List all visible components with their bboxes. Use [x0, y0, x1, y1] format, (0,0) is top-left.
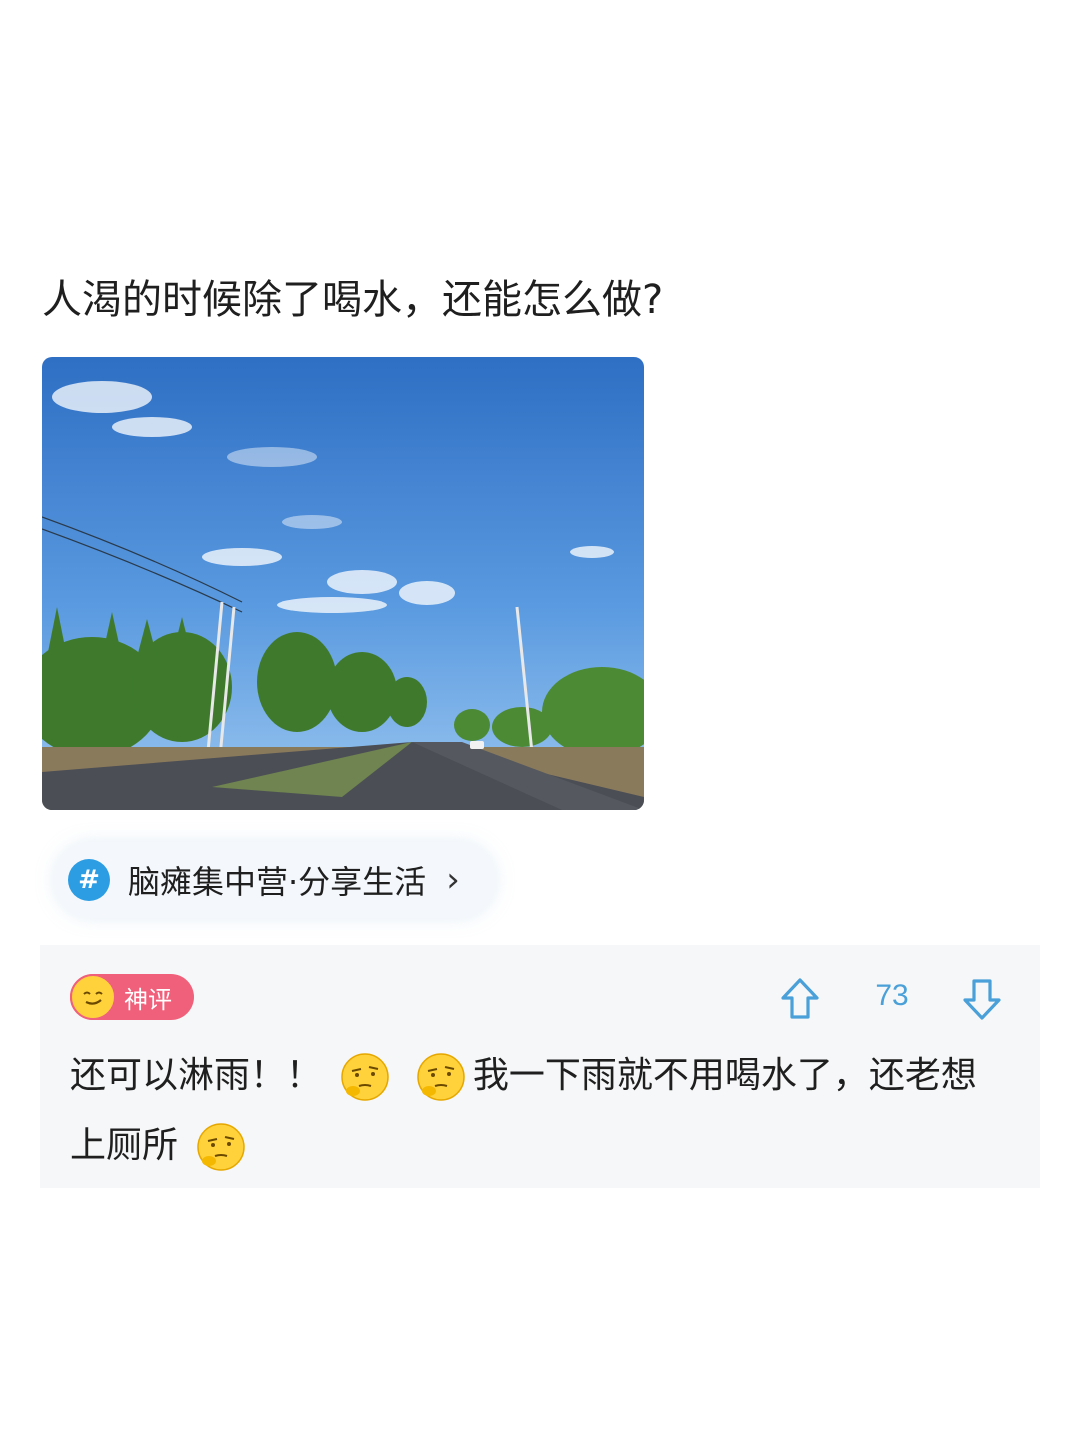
thinking-face-icon [197, 1123, 246, 1171]
topic-label: 脑瘫集中营·分享生活 [128, 863, 427, 901]
comment-card: 神评 73 还可以淋雨！！ 我一下雨就不用喝水了，还老想上厕所 [40, 945, 1040, 1188]
hash-icon: # [68, 859, 110, 901]
thinking-face-icon [417, 1053, 465, 1101]
comment-text-part1: 还可以淋雨！！ [70, 1055, 323, 1096]
downvote-arrow-icon[interactable] [962, 977, 1002, 1021]
post-image[interactable] [42, 357, 644, 810]
road-sky-photo [42, 357, 644, 810]
vote-count: 73 [875, 979, 909, 1012]
upvote-arrow-icon[interactable] [780, 977, 820, 1021]
smirk-face-icon [70, 974, 116, 1020]
comment-text: 还可以淋雨！！ 我一下雨就不用喝水了，还老想上厕所 [70, 1041, 1010, 1181]
topic-chip[interactable]: # 脑瘫集中营·分享生活 › [54, 842, 496, 918]
chevron-right-icon: › [446, 860, 460, 900]
thinking-face-icon [341, 1053, 390, 1101]
top-comment-badge: 神评 [70, 974, 194, 1020]
badge-label: 神评 [124, 985, 172, 1014]
post-title: 人渴的时候除了喝水，还能怎么做? [42, 277, 664, 323]
